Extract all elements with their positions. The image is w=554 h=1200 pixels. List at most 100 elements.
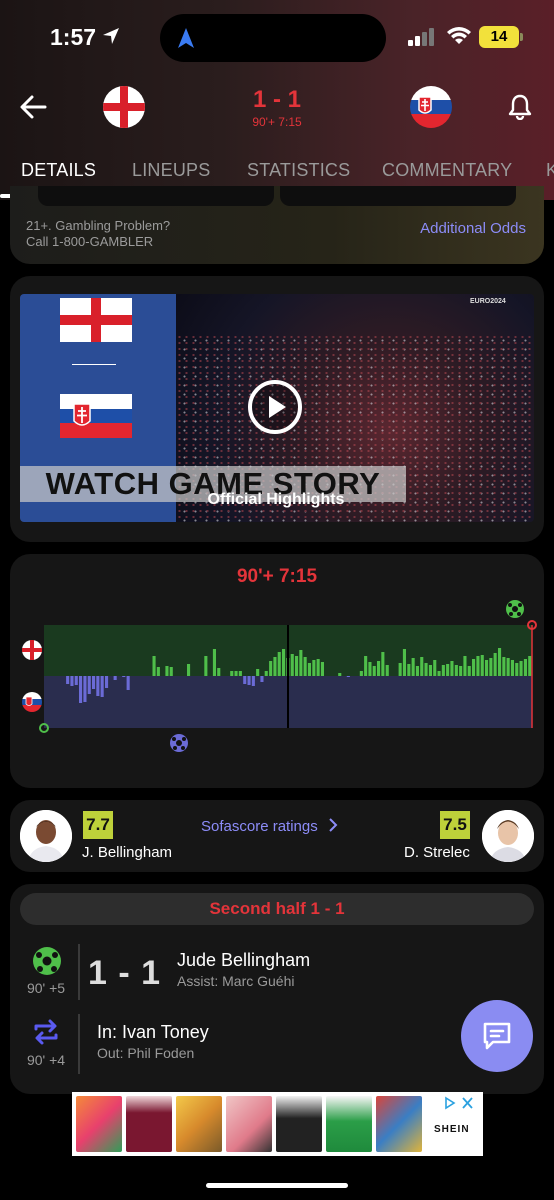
battery-nub xyxy=(520,33,523,41)
home-momentum-bar xyxy=(316,659,320,676)
disclaimer-line-2: Call 1-800-GAMBLER xyxy=(26,234,154,249)
home-momentum-bar xyxy=(415,666,419,676)
home-momentum-bar xyxy=(165,666,169,676)
chat-bubble-icon xyxy=(483,1022,511,1050)
home-momentum-bar xyxy=(480,655,484,676)
disclaimer-line-1: 21+. Gambling Problem? xyxy=(26,218,171,233)
home-momentum-bar xyxy=(402,649,406,676)
home-momentum-bar xyxy=(282,649,286,676)
tab-lineups[interactable]: LINEUPS xyxy=(132,160,210,181)
ad-product-image xyxy=(326,1096,372,1152)
home-indicator[interactable] xyxy=(206,1183,348,1188)
home-momentum-bar xyxy=(295,656,299,676)
slovakia-flag-icon xyxy=(22,692,42,712)
home-momentum-bar xyxy=(523,659,527,676)
chat-fab-button[interactable] xyxy=(461,1000,533,1072)
home-momentum-bar xyxy=(156,667,160,676)
ad-product-image xyxy=(276,1096,322,1152)
home-player-avatar[interactable] xyxy=(20,810,72,862)
match-score: 1 - 1 xyxy=(252,86,302,113)
home-momentum-bar xyxy=(441,665,445,676)
half-header: Second half 1 - 1 xyxy=(20,893,534,925)
away-momentum-bar xyxy=(79,676,83,703)
home-momentum-bar xyxy=(398,663,402,676)
match-time: 90'+ 7:15 xyxy=(252,115,302,129)
event-divider xyxy=(78,1014,80,1074)
player-ratings-card[interactable]: 7.7 J. Bellingham Sofascore ratings 7.5 … xyxy=(10,800,544,872)
home-momentum-bar xyxy=(420,657,424,676)
home-momentum-bar xyxy=(169,667,173,676)
event-divider xyxy=(78,944,80,1000)
gambling-disclaimer: 21+. Gambling Problem? Call 1-800-GAMBLE… xyxy=(26,218,170,250)
battery-indicator: 14 xyxy=(479,26,519,48)
home-momentum-bar xyxy=(528,656,532,676)
away-momentum-bar xyxy=(66,676,70,684)
attack-momentum-graph[interactable] xyxy=(10,554,544,788)
away-player-avatar[interactable] xyxy=(482,810,534,862)
goal-scorer[interactable]: Jude Bellingham xyxy=(177,950,310,971)
away-momentum-bar xyxy=(100,676,104,697)
away-team-flag[interactable] xyxy=(410,86,452,128)
odds-button-away[interactable] xyxy=(280,186,516,206)
ad-brand-name: SHEIN xyxy=(434,1124,470,1135)
play-icon[interactable] xyxy=(248,380,302,434)
home-player-rating: 7.7 xyxy=(83,811,113,839)
official-highlights-caption: Official Highlights xyxy=(207,491,345,508)
home-momentum-bar xyxy=(217,668,221,676)
away-momentum-bar xyxy=(247,676,251,685)
home-momentum-bar xyxy=(411,658,415,676)
home-momentum-bar xyxy=(476,656,480,676)
goal-score: 1 - 1 xyxy=(88,954,162,992)
tab-statistics[interactable]: STATISTICS xyxy=(247,160,350,181)
home-momentum-bar xyxy=(269,661,273,676)
home-momentum-bar xyxy=(381,652,385,676)
home-momentum-bar xyxy=(446,664,450,676)
home-momentum-bar xyxy=(290,654,294,676)
away-momentum-bar xyxy=(122,676,126,677)
home-momentum-bar xyxy=(152,656,156,676)
tab-details[interactable]: DETAILS xyxy=(21,160,96,181)
home-team-flag[interactable] xyxy=(103,86,145,128)
home-momentum-bar xyxy=(485,660,489,676)
sub-player-out[interactable]: Out: Phil Foden xyxy=(97,1045,194,1061)
sofascore-ratings-link[interactable]: Sofascore ratings xyxy=(201,818,338,835)
odds-button-home[interactable] xyxy=(38,186,274,206)
home-momentum-bar xyxy=(459,666,463,676)
ad-banner[interactable]: SHEIN xyxy=(72,1092,483,1156)
additional-odds-link[interactable]: Additional Odds xyxy=(420,220,526,237)
home-momentum-bar xyxy=(204,656,208,676)
home-momentum-bar xyxy=(463,656,467,676)
away-momentum-bar xyxy=(92,676,96,689)
home-momentum-bar xyxy=(454,665,458,676)
home-momentum-bar xyxy=(364,656,368,676)
home-momentum-bar xyxy=(256,669,260,676)
tab-commentary[interactable]: COMMENTARY xyxy=(382,160,512,181)
tab-more[interactable]: K xyxy=(546,160,554,181)
sub-player-in[interactable]: In: Ivan Toney xyxy=(97,1022,209,1043)
back-arrow-icon[interactable] xyxy=(18,92,48,122)
home-momentum-bar xyxy=(230,671,234,676)
status-time: 1:57 xyxy=(50,24,97,50)
home-momentum-bar xyxy=(502,657,506,676)
home-momentum-bar xyxy=(407,664,411,676)
home-momentum-bar xyxy=(359,671,363,676)
notification-bell-icon[interactable] xyxy=(508,94,532,120)
ad-product-image xyxy=(76,1096,122,1152)
ad-product-image xyxy=(176,1096,222,1152)
adchoices-icon[interactable] xyxy=(444,1096,474,1110)
away-goal-ball-icon xyxy=(170,734,188,752)
euro2024-logo: EURO2024 xyxy=(470,298,506,305)
highlights-video[interactable]: EURO2024 WATCH GAME STORY Official Highl… xyxy=(20,294,534,522)
goal-minute: 90' +5 xyxy=(26,980,66,996)
player-photo-icon xyxy=(20,810,72,862)
home-momentum-bar xyxy=(238,671,242,676)
attack-momentum-card: 90'+ 7:15 xyxy=(10,554,544,788)
home-player-name: J. Bellingham xyxy=(82,844,173,861)
home-momentum-bar xyxy=(506,658,510,676)
ad-product-image xyxy=(226,1096,272,1152)
england-flag-icon xyxy=(60,298,132,342)
home-goal-ball-icon xyxy=(506,600,524,618)
home-momentum-bar xyxy=(510,660,514,676)
slovakia-flag-icon xyxy=(410,86,452,128)
substitution-icon xyxy=(34,1019,58,1045)
